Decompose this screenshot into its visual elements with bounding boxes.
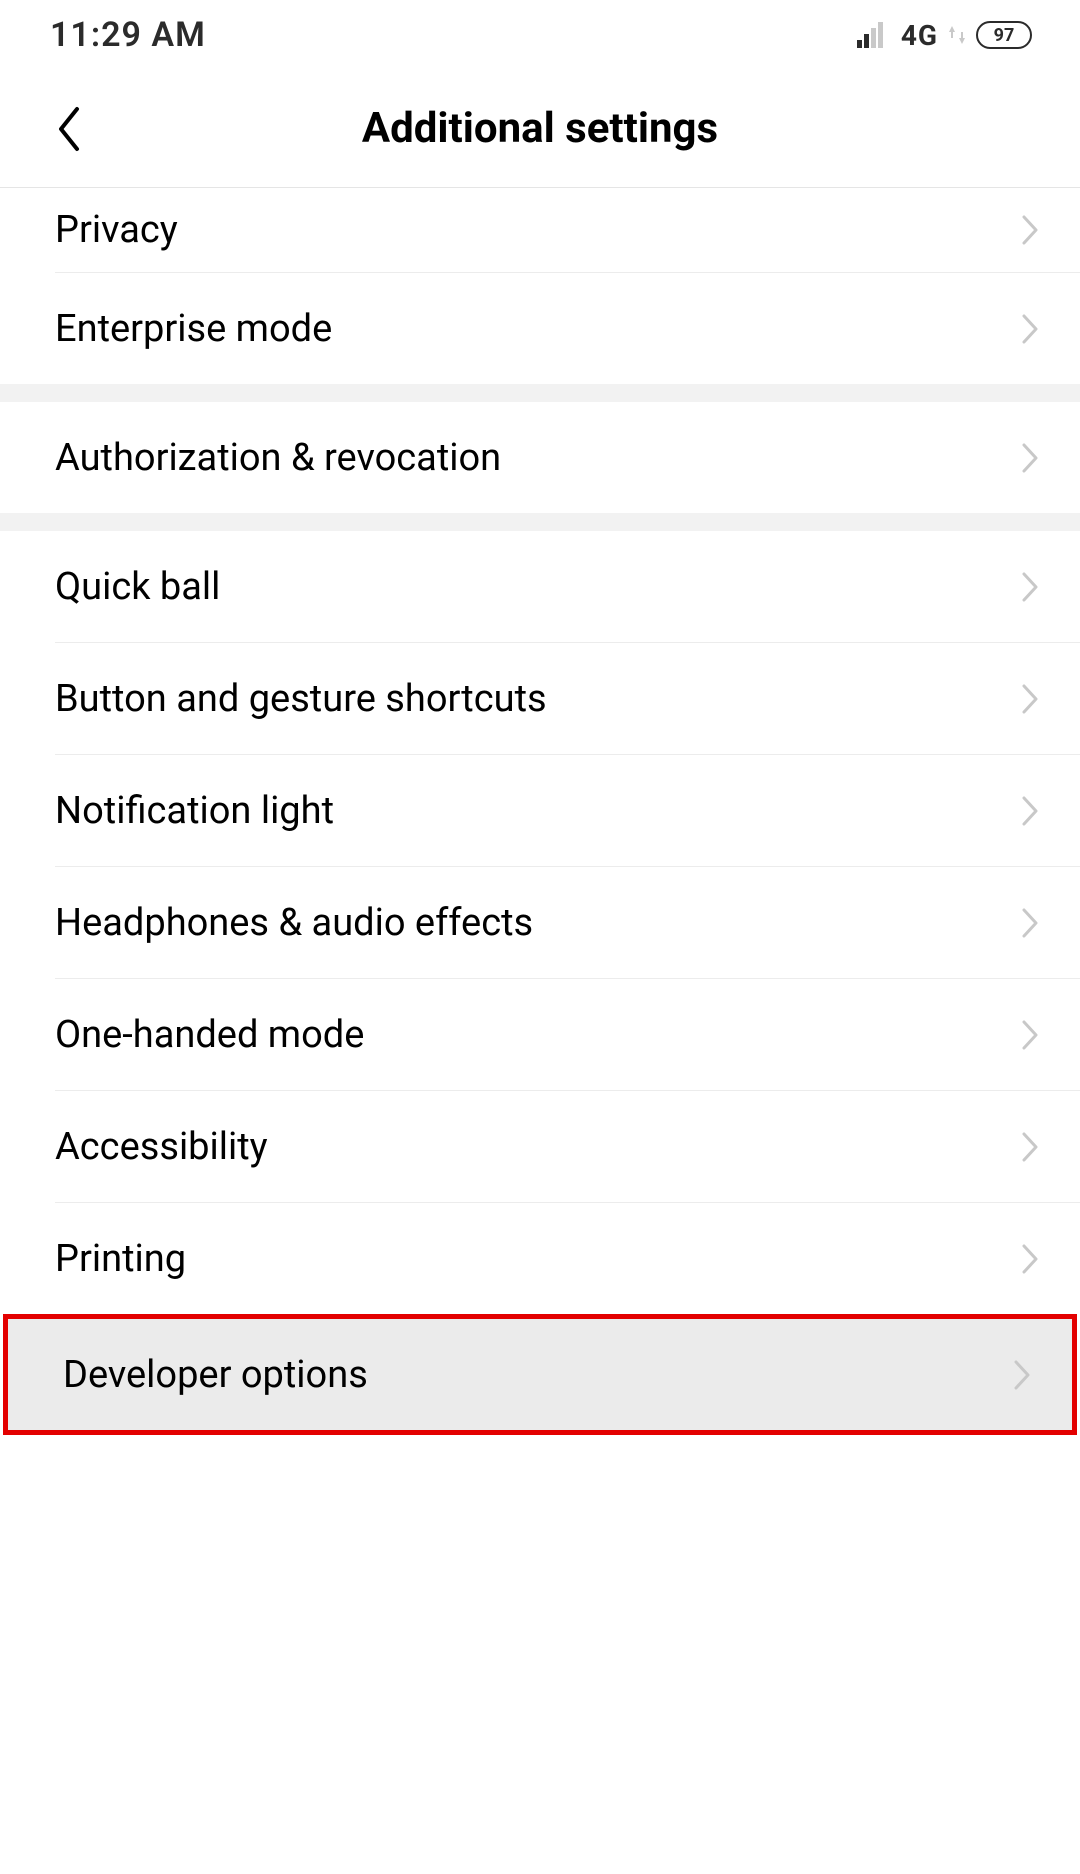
- highlight-devopts: Developer options: [3, 1314, 1077, 1435]
- chevron-right-icon: [1020, 906, 1040, 940]
- chevron-right-icon: [1020, 1242, 1040, 1276]
- status-time: 11:29 AM: [50, 15, 206, 55]
- settings-list: Privacy Enterprise mode Authorization & …: [0, 187, 1080, 1435]
- settings-item-label: Printing: [55, 1237, 186, 1281]
- chevron-right-icon: [1020, 441, 1040, 475]
- settings-item-devopts[interactable]: Developer options: [8, 1319, 1072, 1430]
- settings-item-onehand[interactable]: One-handed mode: [0, 979, 1080, 1090]
- network-label: 4G: [901, 19, 938, 52]
- title-bar: Additional settings: [0, 70, 1080, 187]
- chevron-right-icon: [1020, 570, 1040, 604]
- group-gap: [0, 513, 1080, 531]
- settings-item-label: Privacy: [55, 208, 178, 252]
- settings-item-accessibility[interactable]: Accessibility: [0, 1091, 1080, 1202]
- chevron-right-icon: [1020, 794, 1040, 828]
- settings-item-privacy[interactable]: Privacy: [0, 188, 1080, 272]
- chevron-left-icon: [55, 105, 83, 153]
- page-title: Additional settings: [0, 104, 1080, 153]
- settings-item-audio[interactable]: Headphones & audio effects: [0, 867, 1080, 978]
- settings-item-enterprise[interactable]: Enterprise mode: [0, 273, 1080, 384]
- settings-item-label: Accessibility: [55, 1125, 268, 1169]
- settings-item-notiflight[interactable]: Notification light: [0, 755, 1080, 866]
- settings-item-label: Authorization & revocation: [55, 436, 501, 480]
- settings-item-label: One-handed mode: [55, 1013, 364, 1057]
- chevron-right-icon: [1020, 1018, 1040, 1052]
- chevron-right-icon: [1012, 1358, 1032, 1392]
- settings-item-label: Quick ball: [55, 565, 220, 609]
- settings-item-label: Headphones & audio effects: [55, 901, 533, 945]
- battery-icon: 97: [976, 21, 1032, 49]
- settings-item-auth[interactable]: Authorization & revocation: [0, 402, 1080, 513]
- settings-item-quickball[interactable]: Quick ball: [0, 531, 1080, 642]
- back-button[interactable]: [0, 70, 110, 187]
- settings-item-label: Button and gesture shortcuts: [55, 677, 547, 721]
- chevron-right-icon: [1020, 1130, 1040, 1164]
- chevron-right-icon: [1020, 312, 1040, 346]
- group-gap: [0, 384, 1080, 402]
- settings-item-printing[interactable]: Printing: [0, 1203, 1080, 1314]
- updown-icon: [948, 24, 966, 46]
- settings-item-label: Developer options: [63, 1353, 368, 1397]
- status-right: 4G 97: [857, 19, 1032, 52]
- settings-item-shortcuts[interactable]: Button and gesture shortcuts: [0, 643, 1080, 754]
- chevron-right-icon: [1020, 682, 1040, 716]
- chevron-right-icon: [1020, 213, 1040, 247]
- settings-item-label: Notification light: [55, 789, 334, 833]
- signal-icon: [857, 22, 891, 48]
- settings-item-label: Enterprise mode: [55, 307, 332, 351]
- battery-level: 97: [994, 25, 1015, 46]
- status-bar: 11:29 AM 4G 97: [0, 0, 1080, 70]
